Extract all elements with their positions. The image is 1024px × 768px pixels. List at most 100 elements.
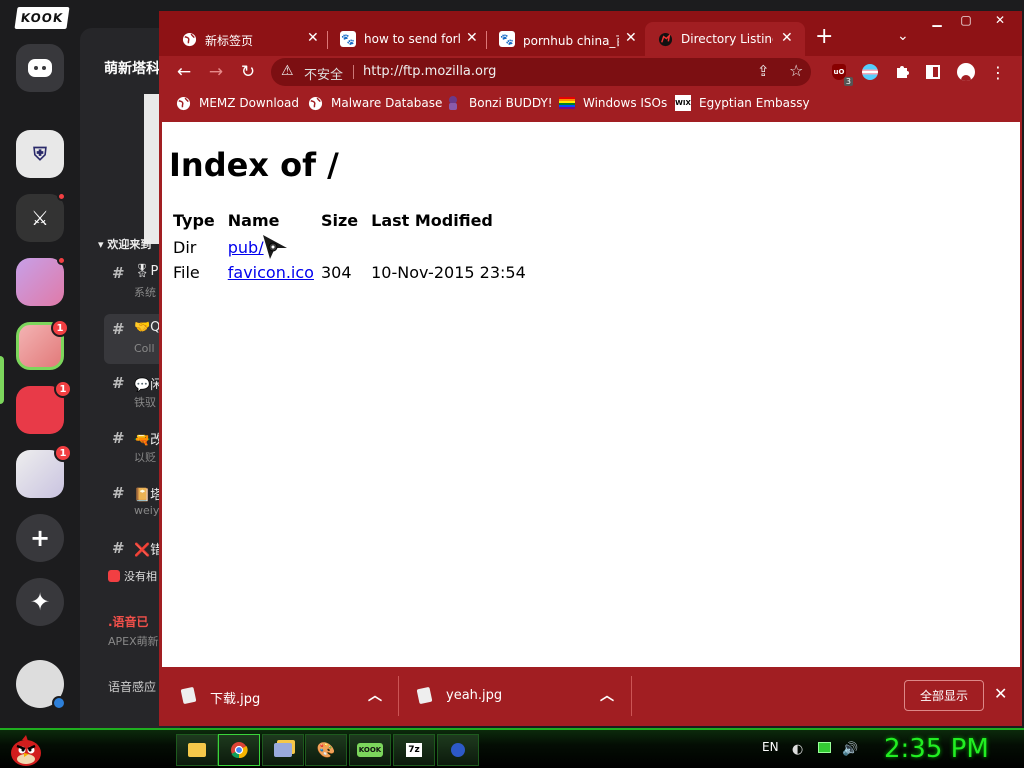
volume-icon[interactable]: 🔊 [842, 742, 858, 757]
tab-strip: ▁ ▢ ✕ 新标签页 ✕ 🐾 how to send fork ✕ 🐾 porn… [159, 11, 1022, 56]
baidu-paw-icon: 🐾 [499, 31, 515, 47]
voice-channel-name: APEX萌新 [108, 635, 159, 648]
bookmark-label: Malware Database [331, 96, 443, 110]
url-text[interactable]: http://ftp.mozilla.org [363, 64, 496, 79]
tab-close-icon[interactable]: ✕ [466, 30, 478, 46]
security-label[interactable]: 不安全 [304, 64, 343, 83]
bookmark-star-icon[interactable]: ☆ [789, 61, 803, 80]
taskbar-file-explorer[interactable] [176, 734, 218, 766]
tab-close-icon[interactable]: ✕ [781, 30, 793, 46]
start-button[interactable] [6, 732, 46, 768]
cell-type: Dir [173, 238, 197, 257]
entry-link-pub[interactable]: pub/ [228, 238, 264, 257]
taskbar: 🎨 KOOK 7z EN ◐ 🔊 2:35 PM [0, 728, 1024, 768]
reload-button[interactable]: ↻ [235, 60, 261, 84]
guild-name[interactable]: 萌新塔科 [104, 58, 160, 78]
taskbar-7zip[interactable]: 7z [393, 734, 435, 766]
download-item[interactable]: 下载.jpg ︿ [162, 667, 398, 725]
download-filename: yeah.jpg [446, 688, 503, 703]
kebab-menu-icon[interactable]: ⋮ [988, 62, 1008, 82]
user-avatar[interactable] [16, 660, 66, 710]
page-heading: Index of / [169, 146, 339, 184]
channel-subtitle: 铁驭 [134, 396, 156, 409]
shield-emblem-icon: ⛨ [33, 143, 47, 165]
new-tab-button[interactable]: + [815, 24, 833, 49]
tab-search-chevron-icon[interactable]: ⌄ [897, 28, 909, 44]
status-indicator-icon [52, 696, 66, 710]
clock[interactable]: 2:35 PM [884, 734, 989, 764]
taskbar-app[interactable] [437, 734, 479, 766]
column-header-type: Type [173, 211, 215, 230]
taskbar-folders[interactable] [262, 734, 304, 766]
bookmark-windows-isos[interactable]: Windows ISOs [559, 95, 667, 111]
warning-icon [108, 570, 120, 582]
server-icon-clan[interactable]: ⛨ [16, 130, 64, 178]
wix-icon: WIX [675, 95, 691, 111]
cell-size: 304 [320, 263, 352, 282]
voice-status[interactable]: .语音已 [108, 613, 149, 630]
tab-close-icon[interactable]: ✕ [307, 30, 319, 46]
forward-button[interactable]: → [203, 60, 229, 84]
channel-name: 🤝Q [134, 320, 161, 335]
ublock-extension-button[interactable]: uO 3 [829, 62, 853, 86]
close-window-button[interactable]: ✕ [981, 11, 1019, 29]
entry-link-favicon[interactable]: favicon.ico [228, 263, 314, 282]
server-icon-art[interactable]: 1 [16, 444, 72, 498]
tray-circle-icon[interactable]: ◐ [792, 742, 803, 757]
table-row: File favicon.ico 304 10-Nov-2015 23:54 [170, 260, 530, 285]
bookmarks-bar: MEMZ Download Malware Database Bonzi BUD… [159, 89, 1022, 120]
hash-icon: # [112, 484, 125, 502]
bookmark-malware-database[interactable]: Malware Database [307, 95, 442, 111]
omnibox-divider [353, 65, 354, 79]
hash-icon: # [112, 374, 125, 392]
chevron-up-icon[interactable]: ︿ [600, 685, 614, 705]
address-bar[interactable]: ⚠ 不安全 http://ftp.mozilla.org ⇪ ☆ [271, 58, 811, 86]
tab-directory-listings[interactable]: Directory Listings ✕ [645, 22, 805, 56]
bookmark-bonzi-buddy[interactable]: Bonzi BUDDY! [445, 95, 553, 111]
direct-messages-button[interactable] [16, 44, 64, 92]
side-panel-icon[interactable] [923, 62, 943, 82]
show-all-downloads-button[interactable]: 全部显示 [904, 680, 984, 711]
seven-zip-icon: 7z [406, 743, 422, 757]
maximize-button[interactable]: ▢ [951, 11, 981, 29]
flag-extension-button[interactable] [860, 62, 880, 82]
extensions-puzzle-icon[interactable] [892, 62, 912, 82]
app-icon [451, 743, 465, 757]
back-button[interactable]: ← [171, 60, 197, 84]
bookmark-memz-download[interactable]: MEMZ Download [175, 95, 299, 111]
minimize-button[interactable]: ▁ [922, 11, 952, 29]
hash-icon: # [112, 539, 125, 557]
server-icon-dark[interactable]: ⚔ [16, 192, 66, 242]
globe-icon [307, 95, 323, 111]
server-icon-red[interactable]: 1 [16, 380, 72, 434]
warning-triangle-icon[interactable]: ⚠ [281, 63, 294, 79]
download-item[interactable]: yeah.jpg ︿ [398, 667, 632, 725]
tab-how-to-send-fork[interactable]: 🐾 how to send fork ✕ [318, 22, 487, 56]
tab-close-icon[interactable]: ✕ [625, 30, 637, 46]
chevron-up-icon[interactable]: ︿ [368, 685, 382, 705]
folders-icon [274, 743, 292, 757]
table-header-row: Type Name Size Last Modified [170, 210, 530, 235]
server-icon-anime[interactable] [16, 256, 66, 306]
tab-pornhub-china[interactable]: 🐾 pornhub china_百 ✕ [477, 22, 645, 56]
taskbar-paint[interactable]: 🎨 [305, 734, 347, 766]
directory-listing-table: Type Name Size Last Modified Dir pub/ Fi… [170, 210, 530, 285]
add-server-button[interactable]: + [16, 514, 64, 562]
channel-category[interactable]: ▾ 欢迎来到 [98, 236, 151, 252]
tray-monitor-icon[interactable] [818, 742, 831, 757]
tab-new-tab[interactable]: 新标签页 ✕ [159, 22, 328, 56]
discover-button[interactable]: ✦ [16, 578, 64, 626]
server-icon-selected[interactable]: 1 [16, 319, 69, 370]
hash-icon: # [112, 429, 125, 447]
share-icon[interactable]: ⇪ [757, 62, 770, 80]
taskbar-chrome[interactable] [218, 734, 260, 766]
taskbar-kook[interactable]: KOOK [349, 734, 391, 766]
language-indicator[interactable]: EN [762, 740, 779, 754]
bookmark-label: Egyptian Embassy [699, 96, 810, 110]
bookmark-egyptian-embassy[interactable]: WIX Egyptian Embassy [675, 95, 810, 111]
image-file-icon [416, 686, 433, 705]
close-download-shelf-icon[interactable]: ✕ [994, 684, 1007, 703]
profile-avatar-icon[interactable] [956, 62, 976, 82]
sword-icon: ⚔ [31, 206, 49, 230]
hash-icon: # [112, 320, 125, 338]
